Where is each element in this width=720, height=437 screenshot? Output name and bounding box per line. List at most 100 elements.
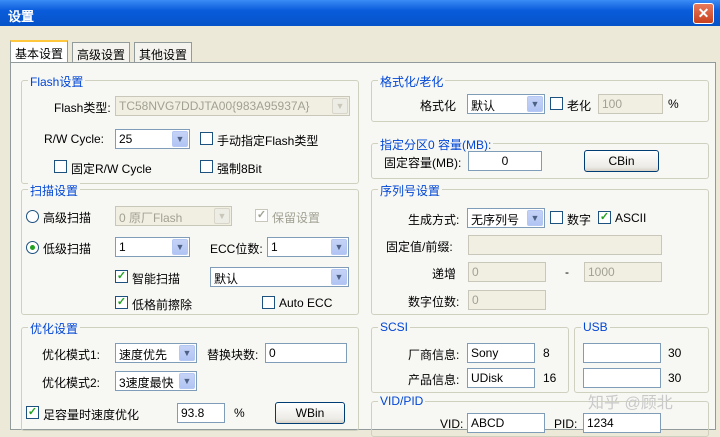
opt-mode1-label: 优化模式1: bbox=[42, 348, 101, 362]
increment-label: 递增 bbox=[432, 267, 457, 281]
smart-scan-select[interactable]: 默认 ▼ bbox=[210, 267, 349, 287]
format-group: 格式化/老化 格式化 默认 ▼ 老化 100 % bbox=[371, 73, 709, 122]
chevron-down-icon: ▼ bbox=[172, 239, 188, 255]
manual-flash-label: 手动指定Flash类型 bbox=[217, 134, 319, 148]
usb-vendor-length: 30 bbox=[668, 346, 682, 360]
auto-ecc-checkbox[interactable] bbox=[262, 296, 275, 309]
low-scan-select[interactable]: 1 ▼ bbox=[115, 237, 190, 257]
opt-mode2-label: 优化模式2: bbox=[42, 376, 101, 390]
low-erase-checkbox[interactable]: ✓ bbox=[115, 296, 128, 309]
full-capacity-label: 足容量时速度优化 bbox=[43, 408, 140, 422]
auto-ecc-label: Auto ECC bbox=[279, 296, 333, 310]
chevron-down-icon: ▼ bbox=[214, 208, 230, 224]
chevron-down-icon: ▼ bbox=[527, 210, 543, 226]
smart-scan-label: 智能扫描 bbox=[132, 272, 181, 286]
chevron-down-icon: ▼ bbox=[179, 345, 195, 361]
low-scan-radio[interactable] bbox=[26, 241, 39, 254]
cbin-button[interactable]: CBin bbox=[584, 150, 659, 172]
prefix-label: 固定值/前缀: bbox=[386, 240, 453, 254]
wbin-button[interactable]: WBin bbox=[275, 402, 345, 424]
prefix-input[interactable] bbox=[468, 235, 662, 255]
swap-block-input[interactable]: 0 bbox=[265, 343, 347, 363]
increment-to-input[interactable]: 1000 bbox=[584, 262, 662, 282]
low-scan-label: 低级扫描 bbox=[43, 242, 92, 256]
usb-group: USB 30 30 bbox=[574, 320, 709, 393]
window-title: 设置 bbox=[8, 9, 35, 24]
opt-group: 优化设置 优化模式1: 速度优先 ▼ 替换块数: 0 优化模式2: 3速度最快 ▼ … bbox=[21, 320, 359, 431]
partition-group: 指定分区0 容量(MB): 固定容量(MB): 0 CBin bbox=[371, 136, 709, 179]
fixed-rw-label: 固定R/W Cycle bbox=[71, 162, 152, 176]
aging-unit: % bbox=[668, 97, 679, 111]
tab-basic[interactable]: 基本设置 bbox=[10, 40, 69, 63]
ecc-select[interactable]: 1 ▼ bbox=[267, 237, 349, 257]
smart-scan-checkbox[interactable]: ✓ bbox=[115, 270, 128, 283]
vid-label: VID: bbox=[440, 417, 464, 431]
high-scan-radio[interactable] bbox=[26, 210, 39, 223]
aging-input[interactable]: 100 bbox=[598, 94, 663, 114]
product-input[interactable]: UDisk bbox=[467, 368, 535, 388]
chevron-down-icon: ▼ bbox=[172, 131, 188, 147]
fixed-rw-checkbox[interactable] bbox=[54, 160, 67, 173]
scsi-group-label: SCSI bbox=[378, 320, 411, 334]
scan-group-label: 扫描设置 bbox=[28, 182, 81, 199]
title-bar: 设置 ✕ bbox=[0, 0, 720, 26]
digit-checkbox[interactable] bbox=[550, 211, 563, 224]
swap-block-label: 替换块数: bbox=[207, 348, 259, 362]
usb-group-label: USB bbox=[581, 320, 610, 334]
gen-method-select[interactable]: 无序列号 ▼ bbox=[467, 208, 545, 228]
usb-product-length: 30 bbox=[668, 371, 682, 385]
pid-input[interactable]: 1234 bbox=[583, 413, 661, 433]
rw-cycle-label: R/W Cycle: bbox=[44, 132, 104, 146]
force-8bit-label: 强制8Bit bbox=[217, 162, 262, 176]
ecc-label: ECC位数: bbox=[210, 242, 263, 256]
chevron-down-icon: ▼ bbox=[179, 373, 195, 389]
aging-checkbox[interactable] bbox=[550, 97, 563, 110]
opt-mode2-select[interactable]: 3速度最快 ▼ bbox=[115, 371, 197, 391]
watermark: 知乎 @顾北 bbox=[588, 395, 673, 412]
product-label: 产品信息: bbox=[408, 373, 460, 387]
increment-dash: - bbox=[565, 265, 569, 279]
aging-label: 老化 bbox=[567, 99, 592, 113]
rw-cycle-select[interactable]: 25 ▼ bbox=[115, 129, 190, 149]
flash-type-select[interactable]: TC58NVG7DDJTA00{983A95937A} ▼ bbox=[115, 96, 350, 116]
format-select[interactable]: 默认 ▼ bbox=[467, 94, 545, 114]
fixed-capacity-label: 固定容量(MB): bbox=[384, 156, 462, 170]
digit-label: 数字 bbox=[567, 213, 592, 227]
full-capacity-checkbox[interactable]: ✓ bbox=[26, 406, 39, 419]
format-label: 格式化 bbox=[420, 99, 457, 113]
digit-count-label: 数字位数: bbox=[408, 295, 460, 309]
usb-vendor-input[interactable] bbox=[583, 343, 661, 363]
gen-method-label: 生成方式: bbox=[408, 213, 460, 227]
ascii-checkbox[interactable]: ✓ bbox=[598, 211, 611, 224]
force-8bit-checkbox[interactable] bbox=[200, 160, 213, 173]
chevron-down-icon: ▼ bbox=[332, 98, 348, 114]
opt-mode1-select[interactable]: 速度优先 ▼ bbox=[115, 343, 197, 363]
chevron-down-icon: ▼ bbox=[527, 96, 543, 112]
high-scan-select[interactable]: 0 原厂Flash ▼ bbox=[115, 206, 232, 226]
usb-product-input[interactable] bbox=[583, 368, 661, 388]
full-capacity-unit: % bbox=[234, 406, 245, 420]
vendor-input[interactable]: Sony bbox=[467, 343, 535, 363]
vid-input[interactable]: ABCD bbox=[467, 413, 545, 433]
opt-group-label: 优化设置 bbox=[28, 320, 81, 337]
serial-group-label: 序列号设置 bbox=[378, 182, 443, 199]
high-scan-label: 高级扫描 bbox=[43, 211, 92, 225]
flash-group-label: Flash设置 bbox=[28, 73, 86, 90]
fixed-capacity-input[interactable]: 0 bbox=[468, 151, 542, 171]
pid-label: PID: bbox=[554, 417, 578, 431]
scsi-group: SCSI 厂商信息: Sony 8 产品信息: UDisk 16 bbox=[371, 320, 569, 393]
scan-group: 扫描设置 高级扫描 0 原厂Flash ▼ ✓ 保留设置 低级扫描 1 ▼ ECC位… bbox=[21, 182, 359, 315]
close-icon[interactable]: ✕ bbox=[693, 3, 714, 24]
low-erase-label: 低格前擦除 bbox=[132, 298, 193, 312]
ascii-label: ASCII bbox=[615, 211, 647, 225]
product-length: 16 bbox=[543, 371, 557, 385]
increment-from-input[interactable]: 0 bbox=[468, 262, 546, 282]
manual-flash-checkbox[interactable] bbox=[200, 132, 213, 145]
tab-advanced[interactable]: 高级设置 bbox=[72, 42, 131, 62]
chevron-down-icon: ▼ bbox=[331, 269, 347, 285]
digit-count-input[interactable]: 0 bbox=[468, 290, 546, 310]
full-capacity-input[interactable]: 93.8 bbox=[177, 403, 225, 423]
tab-other[interactable]: 其他设置 bbox=[134, 42, 193, 62]
vendor-length: 8 bbox=[543, 346, 550, 360]
keep-settings-checkbox[interactable]: ✓ bbox=[255, 209, 268, 222]
